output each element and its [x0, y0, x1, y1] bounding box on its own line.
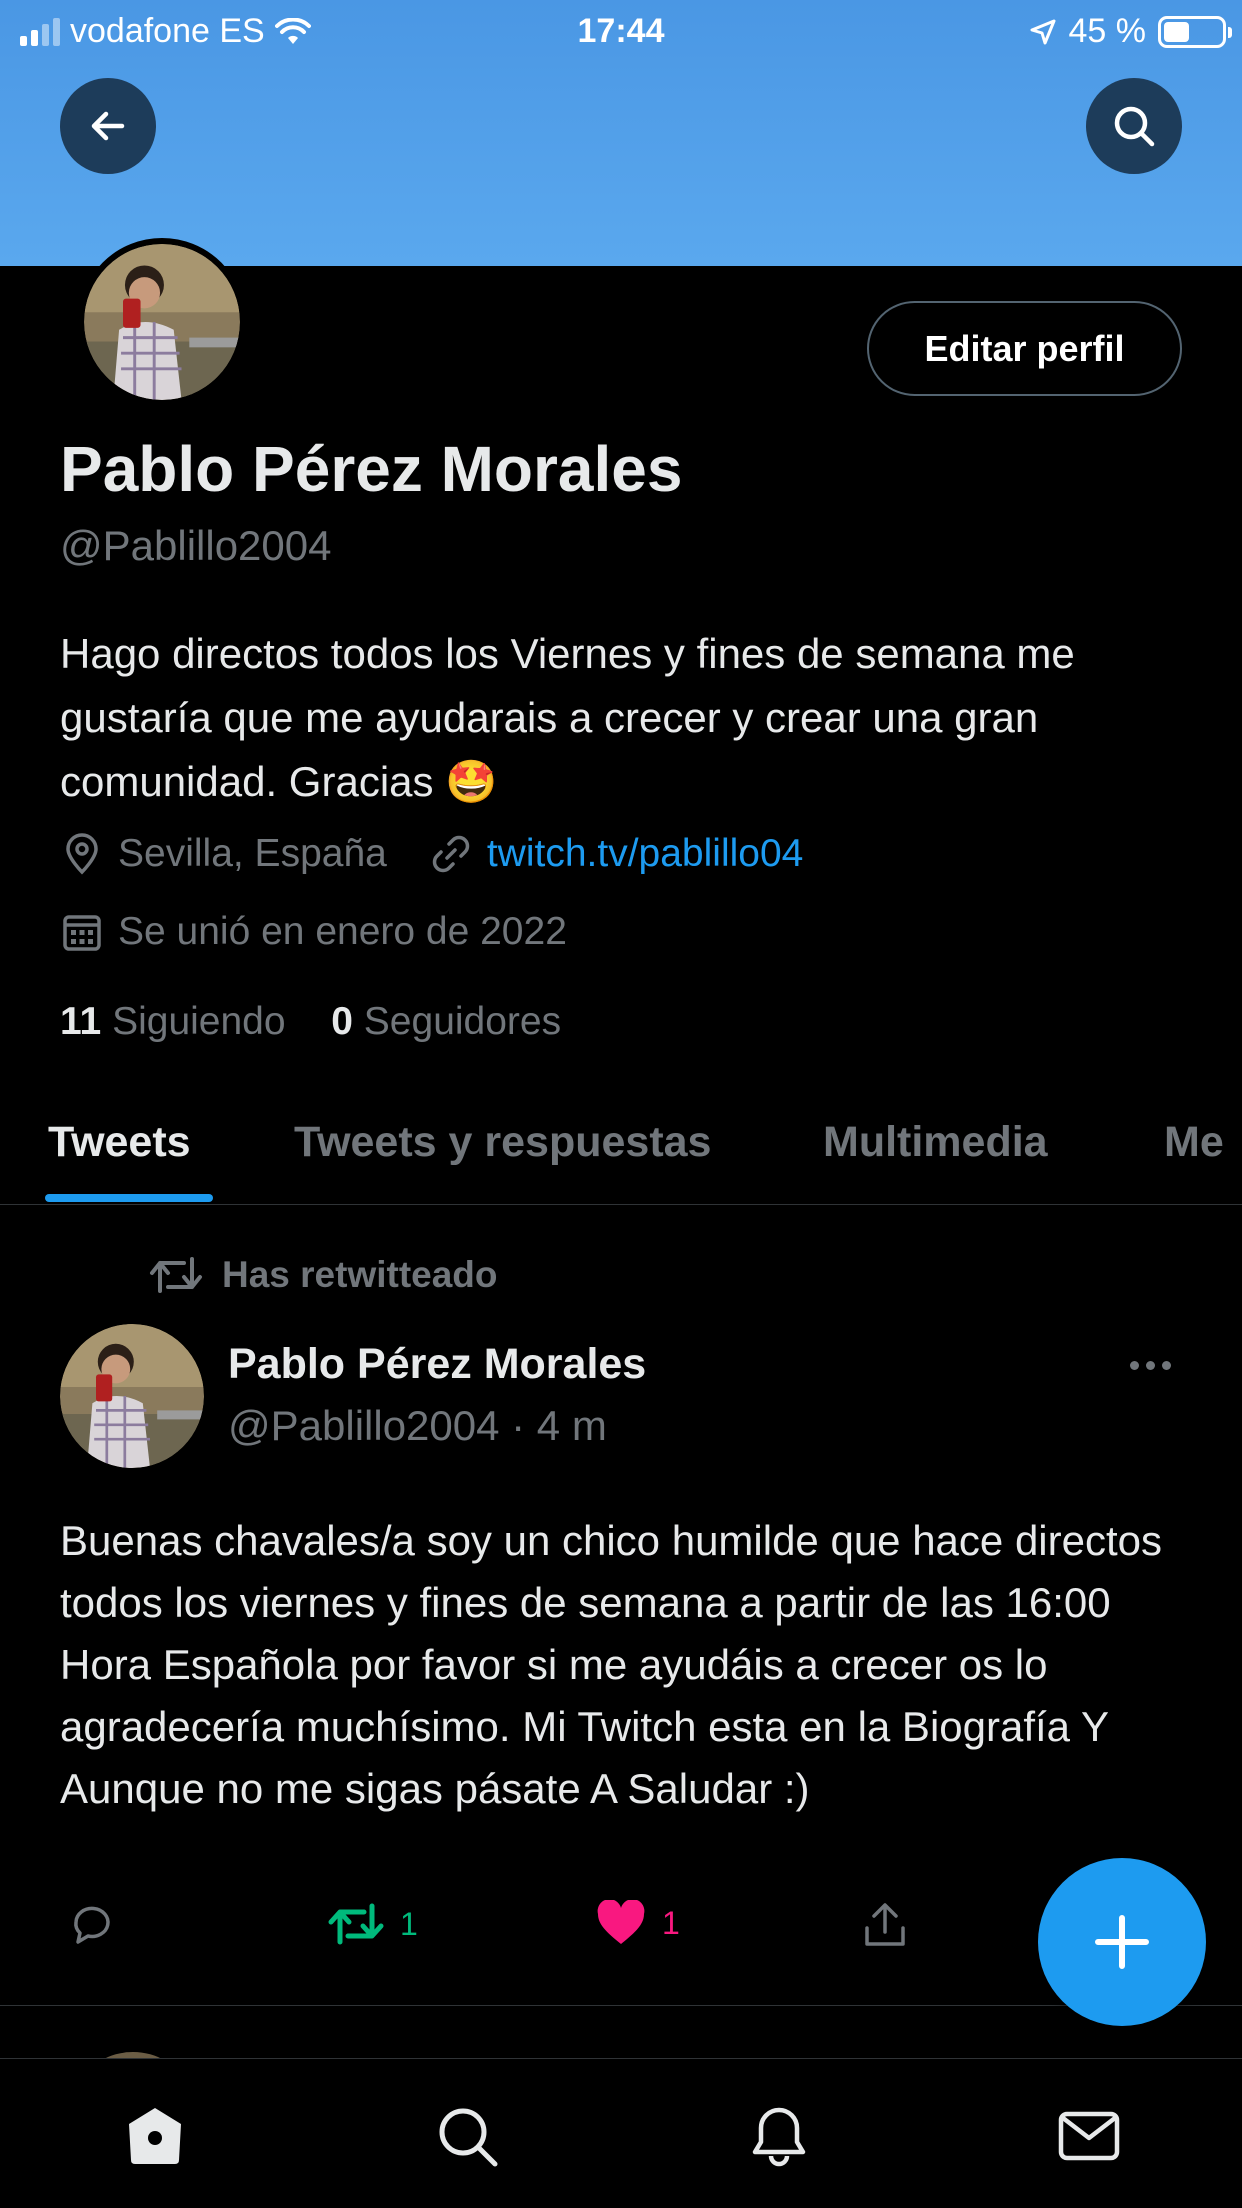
profile-handle: @Pablillo2004 [60, 522, 332, 569]
tweet-actions: 1 1 [60, 1900, 1060, 1964]
like-button[interactable]: 1 [596, 1900, 680, 1946]
location-icon [66, 833, 98, 875]
profile-avatar[interactable] [78, 238, 246, 406]
tab-media[interactable]: Multimedia [823, 1118, 1048, 1167]
profile-tabs: Tweets Tweets y respuestas Multimedia Me [0, 1100, 1242, 1205]
like-icon [597, 1900, 645, 1944]
followers-link[interactable]: 0 Seguidores [331, 1000, 561, 1043]
tweet-avatar[interactable] [60, 1324, 204, 1468]
avatar-image [84, 244, 240, 400]
back-button[interactable] [60, 78, 156, 174]
profile-name: Pablo Pérez Morales [60, 433, 683, 505]
like-count: 1 [662, 1904, 680, 1941]
calendar-icon [63, 915, 101, 951]
nav-notifications[interactable] [746, 2103, 812, 2169]
follow-stats: 11 Siguiendo 0 Seguidores [60, 1000, 561, 1044]
retweet-button[interactable]: 1 [328, 1900, 418, 1948]
tweet-divider [0, 2005, 1242, 2006]
battery-percent: 45 % [1068, 12, 1147, 50]
back-arrow-icon [91, 111, 125, 141]
reply-button[interactable] [68, 1900, 116, 1948]
profile-joined: Se unió en enero de 2022 [118, 910, 567, 953]
retweet-icon [328, 1903, 384, 1945]
tab-likes[interactable]: Me [1164, 1118, 1224, 1167]
profile-meta-row: Sevilla, España twitch.tv/pablillo04 [60, 832, 803, 876]
retweet-label: Has retwitteado [222, 1254, 498, 1295]
tweet-more-icon[interactable] [1130, 1350, 1180, 1380]
tab-tweets[interactable]: Tweets [48, 1118, 191, 1167]
location-arrow-icon [1030, 19, 1055, 44]
share-icon [865, 1903, 905, 1946]
search-icon [439, 2108, 498, 2167]
profile-link[interactable]: twitch.tv/pablillo04 [487, 832, 804, 876]
link-icon [432, 835, 470, 873]
share-button[interactable] [860, 1900, 910, 1950]
tweet-text: Buenas chavales/a soy un chico humilde q… [60, 1517, 1163, 1812]
search-button[interactable] [1086, 78, 1182, 174]
avatar-image [60, 1324, 204, 1468]
tweet-author-name[interactable]: Pablo Pérez Morales [228, 1340, 646, 1389]
profile-joined-row: Se unió en enero de 2022 [60, 910, 567, 954]
search-icon [1114, 106, 1155, 147]
status-bar: vodafone ES 17:44 45 % [0, 0, 1242, 62]
notifications-icon [752, 2107, 806, 2167]
compose-icon [1095, 1915, 1149, 1969]
tab-tweets-replies[interactable]: Tweets y respuestas [294, 1118, 711, 1167]
compose-tweet-button[interactable] [1038, 1858, 1206, 2026]
nav-search[interactable] [434, 2103, 500, 2169]
retweet-context: Has retwitteado [148, 1253, 498, 1297]
nav-home[interactable] [122, 2103, 188, 2169]
nav-messages[interactable] [1056, 2103, 1122, 2169]
following-link[interactable]: 11 Siguiendo [60, 1000, 286, 1043]
battery-icon [1158, 15, 1232, 48]
messages-icon [1058, 2111, 1120, 2161]
bottom-navigation [0, 2058, 1242, 2208]
reply-icon [74, 1906, 110, 1944]
home-icon [129, 2108, 181, 2164]
tweet-handle-time: @Pablillo2004 · 4 m [228, 1402, 607, 1449]
retweet-count: 1 [400, 1905, 418, 1942]
active-tab-indicator [45, 1194, 213, 1202]
retweet-icon [150, 1257, 202, 1293]
edit-profile-button[interactable]: Editar perfil [867, 301, 1182, 396]
profile-location: Sevilla, España [118, 832, 387, 875]
profile-bio: Hago directos todos los Viernes y fines … [60, 630, 1075, 805]
